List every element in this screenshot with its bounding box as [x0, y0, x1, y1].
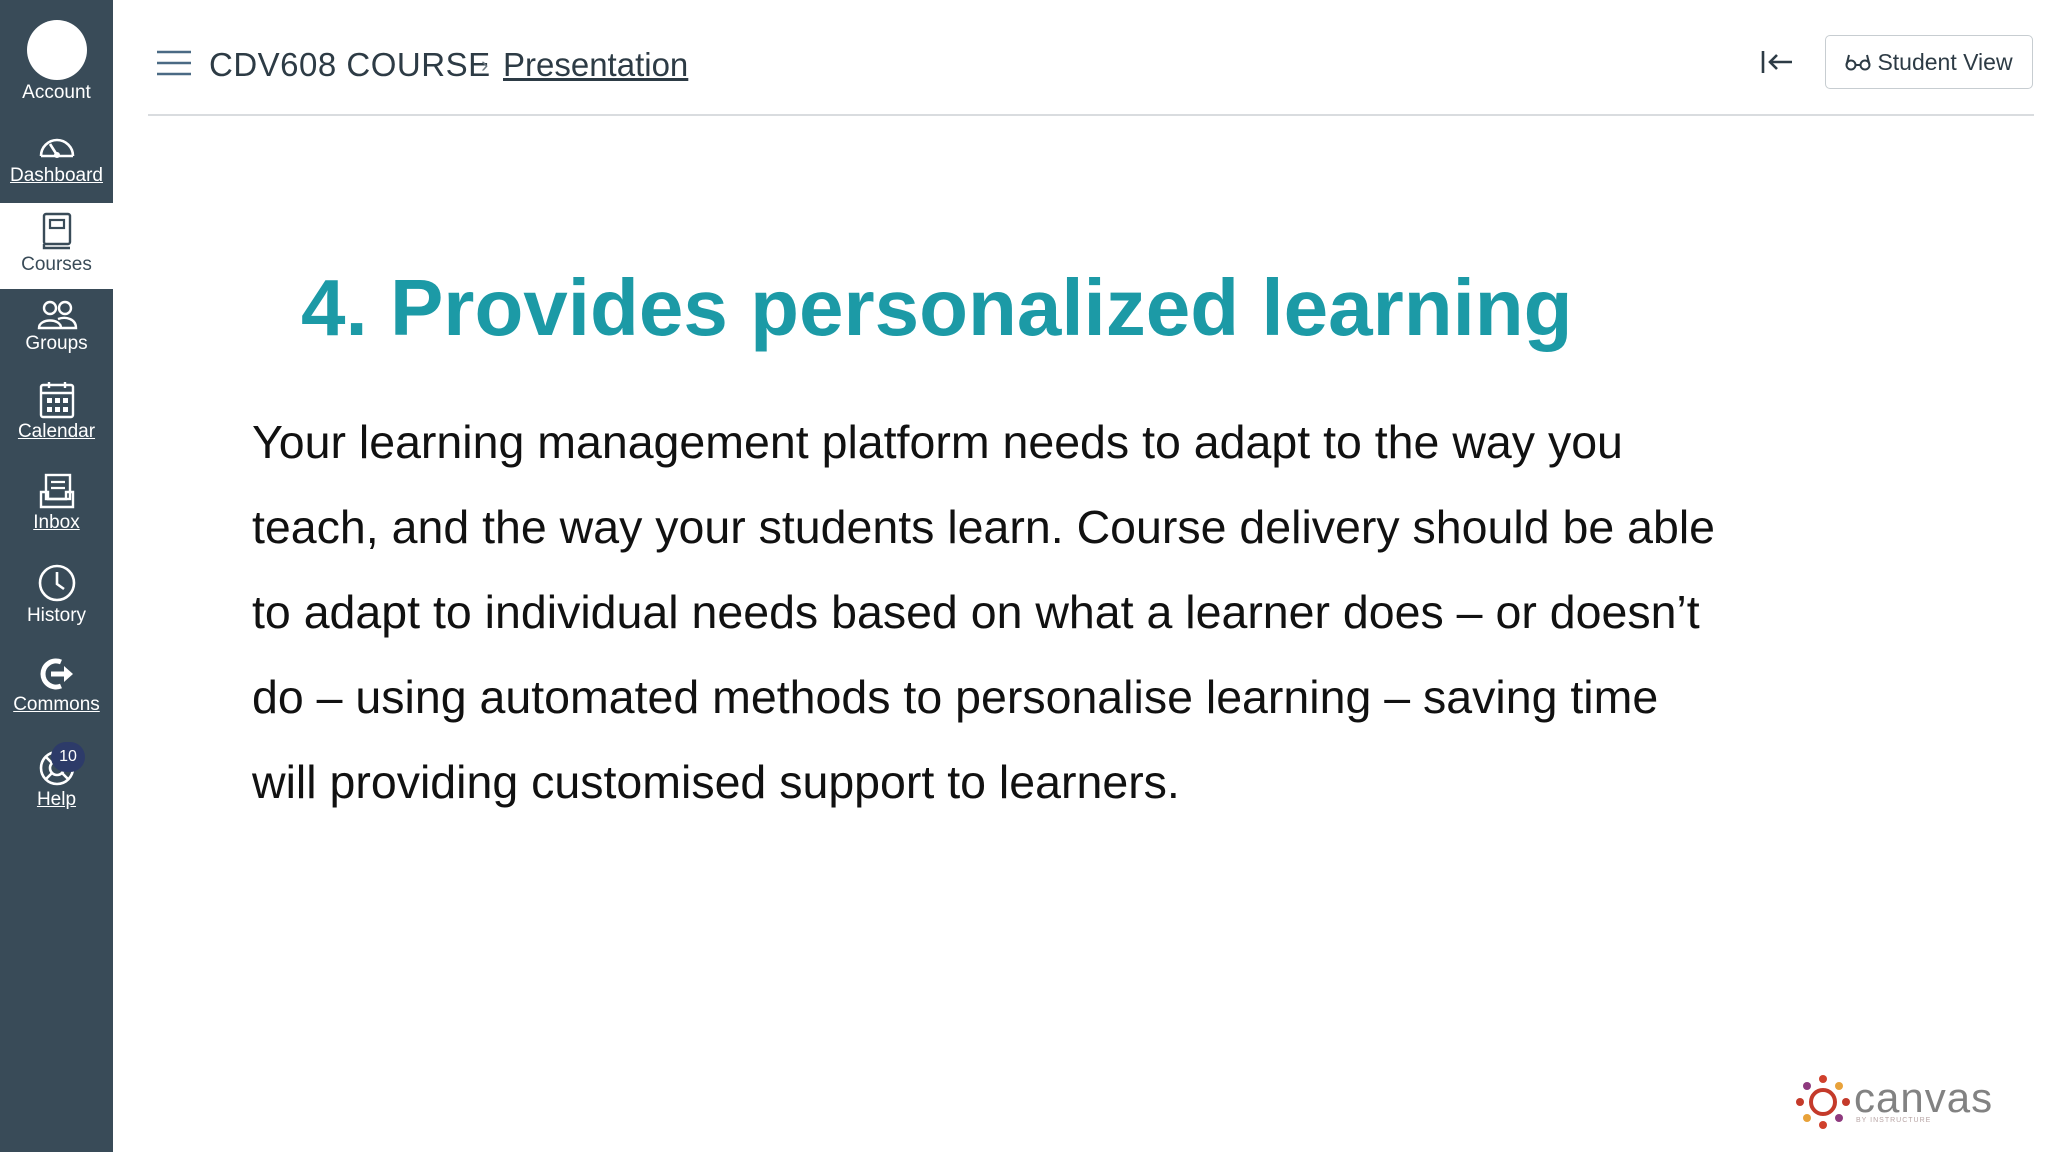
nav-calendar[interactable]: Calendar	[0, 380, 113, 443]
canvas-logo-icon	[1796, 1075, 1850, 1129]
nav-dashboard[interactable]: Dashboard	[0, 128, 113, 187]
global-navigation: Account Dashboard Courses Groups Calenda…	[0, 0, 113, 1152]
nav-help[interactable]: 10 Help	[0, 742, 113, 811]
slide-body-line: will providing customised support to lea…	[252, 756, 1180, 808]
commons-icon	[40, 658, 73, 690]
breadcrumb-separator: ›	[481, 52, 489, 77]
nav-commons-label: Commons	[13, 694, 100, 715]
nav-inbox-label: Inbox	[33, 512, 80, 533]
nav-account-label: Account	[22, 82, 91, 103]
student-view-button[interactable]: Student View	[1825, 35, 2033, 89]
nav-inbox[interactable]: Inbox	[0, 472, 113, 534]
collapse-sidebar-icon[interactable]	[1760, 48, 1794, 76]
breadcrumb-course[interactable]: CDV608 COURSE	[209, 46, 491, 84]
course-header: CDV608 COURSE › Presentation Student Vie…	[148, 0, 2034, 116]
hamburger-menu-icon[interactable]	[156, 50, 192, 76]
nav-groups[interactable]: Groups	[0, 299, 113, 355]
help-badge: 10	[51, 742, 85, 772]
nav-dashboard-label: Dashboard	[10, 165, 103, 186]
history-icon	[38, 564, 75, 602]
nav-courses[interactable]: Courses	[0, 203, 113, 289]
slide-body-line: do – using automated methods to personal…	[252, 671, 1659, 723]
slide-body-line: to adapt to individual needs based on wh…	[252, 586, 1700, 638]
breadcrumb-page[interactable]: Presentation	[503, 46, 688, 84]
nav-help-label: Help	[36, 789, 77, 810]
calendar-icon	[39, 382, 74, 419]
glasses-icon	[1845, 54, 1871, 71]
canvas-logo-subtext: BY INSTRUCTURE	[1856, 1117, 1932, 1124]
slide-body: Your learning management platform needs …	[252, 400, 1872, 825]
canvas-logo-text: canvas	[1854, 1074, 1994, 1121]
slide-body-line: teach, and the way your students learn. …	[252, 501, 1716, 553]
inbox-icon	[39, 473, 74, 509]
slide-body-line: Your learning management platform needs …	[252, 416, 1623, 468]
avatar	[26, 20, 87, 80]
groups-icon	[37, 300, 77, 330]
nav-account[interactable]: Account	[0, 20, 113, 104]
nav-groups-label: Groups	[25, 333, 88, 354]
nav-calendar-label: Calendar	[17, 421, 96, 442]
slide-title: 4. Provides personalized learning	[301, 263, 1573, 352]
student-view-label: Student View	[1877, 48, 2013, 75]
nav-history[interactable]: History	[0, 563, 113, 627]
nav-history-label: History	[26, 605, 87, 626]
nav-courses-label: Courses	[21, 254, 92, 275]
courses-icon	[42, 212, 71, 250]
nav-commons[interactable]: Commons	[0, 656, 113, 716]
dashboard-icon	[39, 138, 74, 158]
